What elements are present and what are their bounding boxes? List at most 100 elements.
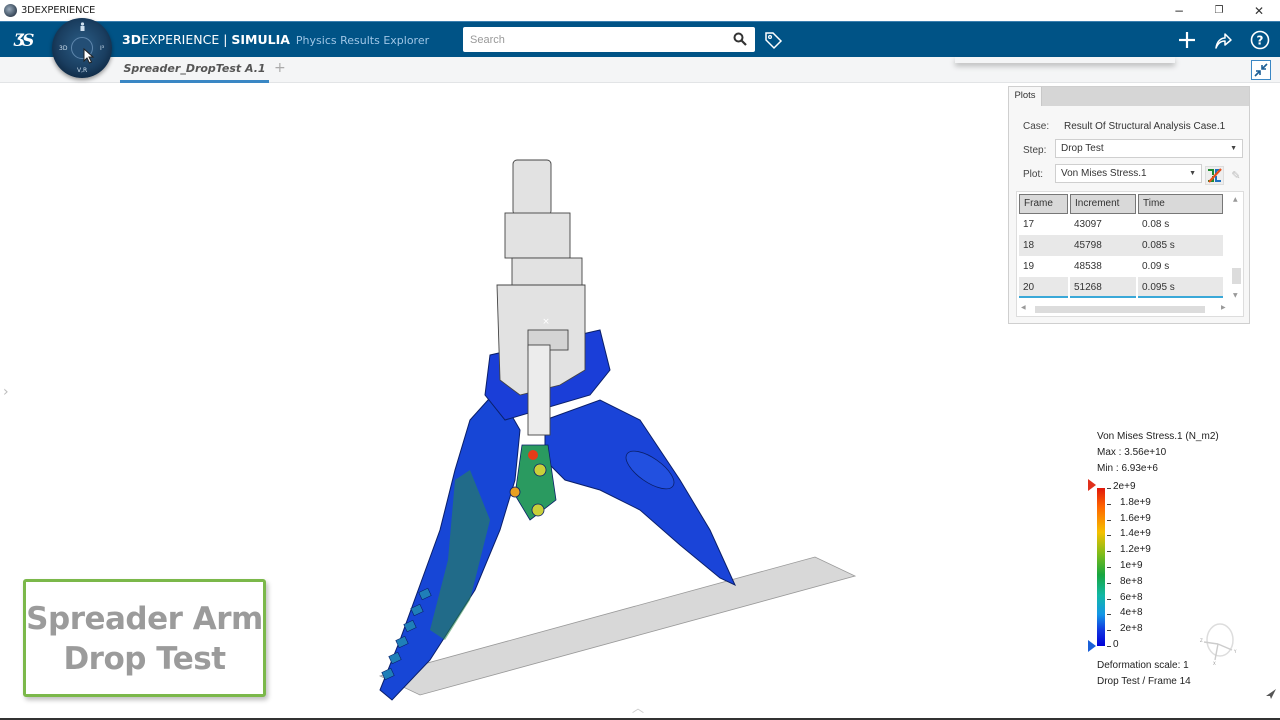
plot-settings-button[interactable] [1205,166,1224,185]
color-bar-tick-mark [1107,488,1111,489]
scroll-left-icon[interactable]: ◀ [1021,304,1026,311]
frame-info: Drop Test / Frame 14 [1097,676,1191,687]
compass-i3-label[interactable]: I³ [100,45,104,52]
color-bar-tick-mark [1107,535,1111,537]
cell-frame: 20 [1019,277,1068,298]
compass-3d-label[interactable]: 3D [59,45,67,52]
column-time[interactable]: Time [1138,194,1223,214]
scroll-right-icon[interactable]: ▶ [1221,304,1226,311]
cell-increment: 43097 [1074,219,1102,230]
top-bar: ƷS 3DEXPERIENCE | SIMULIA Physics Result… [0,21,1280,57]
help-button[interactable]: ? [1248,28,1272,52]
cell-increment: 45798 [1070,235,1138,256]
color-bar-tick-label: 1.4e+9 [1120,528,1151,540]
min-marker-handle[interactable] [1088,640,1096,652]
plots-tab[interactable]: Plots [1009,87,1042,106]
plot-dropdown[interactable]: Von Mises Stress.1 ▼ [1055,164,1202,183]
scroll-thumb[interactable] [1232,268,1241,284]
step-label: Step: [1023,145,1047,156]
step-dropdown[interactable]: Drop Test ▼ [1055,139,1243,158]
collapse-icon [1254,63,1268,77]
table-vertical-scrollbar[interactable]: ▲ ▼ [1232,196,1241,301]
scroll-down-icon[interactable]: ▼ [1233,292,1238,299]
step-value: Drop Test [1061,143,1104,154]
compass-person-icon[interactable] [79,22,86,31]
color-bar [1097,488,1105,646]
app-brand: 3DEXPERIENCE | SIMULIA Physics Results E… [122,32,429,47]
frames-table[interactable]: Frame Increment Time 17 43097 0.08 s 18 … [1016,191,1244,317]
color-bar-tick-label: 1.2e+9 [1120,544,1151,556]
plus-icon [1179,32,1195,48]
color-bar-tick-mark [1107,582,1111,584]
color-bar-tick-label: 8e+8 [1120,575,1143,587]
brand-app-name: Physics Results Explorer [295,34,430,47]
plot-label: Plot: [1023,169,1044,180]
brand-simulia: SIMULIA [231,32,290,47]
share-button[interactable] [1211,28,1235,52]
table-row[interactable]: 19 48538 0.09 s [1019,256,1223,277]
cell-frame: 18 [1019,235,1070,256]
add-button[interactable] [1175,28,1199,52]
window-title: 3DEXPERIENCE [21,5,96,16]
color-bar-tick-mark [1107,614,1111,616]
ds-logo[interactable]: ƷS [13,26,43,59]
chevron-down-icon: ▼ [1230,145,1237,152]
restore-button[interactable]: ❐ [1199,0,1239,21]
scroll-up-icon[interactable]: ▲ [1233,196,1238,203]
brand-experience: EXPERIENCE | [141,32,232,47]
color-bar-tick-label: 4e+8 [1120,607,1143,619]
color-bar-tick-mark [1107,503,1111,505]
title-card: Spreader Arm Drop Test [23,579,266,697]
color-bar-tick-label: 2e+8 [1120,623,1143,635]
search-icon[interactable] [733,32,747,46]
edit-plot-button[interactable]: ✎ [1227,166,1245,185]
title-card-line2: Drop Test [63,641,226,677]
close-button[interactable]: ✕ [1239,0,1279,21]
color-bar-tick-mark [1107,598,1111,600]
column-frame[interactable]: Frame [1019,194,1068,214]
share-icon [1215,33,1232,49]
max-marker-handle[interactable] [1088,479,1096,491]
plot-settings-icon [1208,168,1222,183]
title-card-line1: Spreader Arm [26,601,263,637]
compass-widget[interactable]: 3D V,R I³ [52,18,112,78]
table-horizontal-scrollbar[interactable]: ◀ ▶ [1021,304,1231,314]
plots-panel: Plots Case: Result Of Structural Analysi… [1008,86,1250,324]
case-value: Result Of Structural Analysis Case.1 [1064,121,1226,132]
app-icon [4,4,17,17]
cell-increment: 51268 [1070,277,1136,298]
plots-tab-header: Plots [1009,87,1249,106]
right-jaw [544,399,737,587]
brand-3d: 3D [122,32,142,47]
cell-frame: 17 [1023,219,1035,230]
cell-frame: 19 [1023,261,1035,272]
collapse-button[interactable] [1251,60,1271,80]
window-titlebar: 3DEXPERIENCE [0,0,1280,21]
color-bar-tick-label: 2e+9 [1113,481,1136,492]
search-input[interactable] [463,33,723,46]
cell-time: 0.095 s [1138,277,1223,298]
ds-logo-icon: ƷS [13,31,37,51]
add-tab-button[interactable]: + [274,60,286,76]
tag-button[interactable] [761,28,785,52]
table-row[interactable]: 18 45798 0.085 s [1019,235,1223,256]
color-bar-tick-label: 0 [1113,639,1119,650]
table-header: Frame Increment Time [1019,194,1223,214]
search-box[interactable] [463,27,755,52]
column-increment[interactable]: Increment [1070,194,1136,214]
tab-spreader-droptest[interactable]: Spreader_DropTest A.1 [120,57,269,83]
color-bar-tick-label: 1.8e+9 [1120,496,1151,508]
color-bar-tick-label: 1.6e+9 [1120,512,1151,524]
color-bar-tick-mark [1107,567,1111,568]
compass-vr-label[interactable]: V,R [77,67,87,74]
table-row[interactable]: 17 43097 0.08 s [1019,214,1223,235]
hscroll-thumb[interactable] [1035,306,1205,313]
legend-min: Min : 6.93e+6 [1097,463,1158,474]
expand-bottom-icon[interactable]: ︿ [632,699,644,716]
resize-corner-icon[interactable] [1265,688,1277,700]
axis-triad[interactable]: Z Y X [1198,622,1240,667]
help-icon: ? [1250,30,1270,50]
chevron-down-icon: ▼ [1189,170,1196,177]
table-row-selected[interactable]: 20 51268 0.095 s [1019,277,1223,298]
minimize-button[interactable]: − [1159,0,1199,21]
